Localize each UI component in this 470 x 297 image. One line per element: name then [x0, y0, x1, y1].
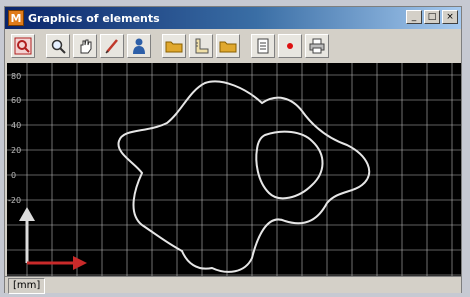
app-icon: M	[8, 10, 24, 26]
y-tick-label: 60	[11, 96, 21, 105]
minimize-button[interactable]: _	[406, 10, 422, 24]
y-tick-label: -20	[8, 196, 21, 205]
magnifier-icon	[51, 39, 66, 54]
folder-icon	[165, 41, 183, 53]
y-tick-label: 20	[11, 146, 21, 155]
user-button[interactable]	[127, 34, 151, 58]
hand-icon	[80, 39, 92, 54]
measure-button[interactable]	[189, 34, 213, 58]
document-icon	[257, 38, 269, 54]
close-button[interactable]: ×	[442, 10, 458, 24]
ruler-icon	[195, 38, 209, 54]
print-button[interactable]	[305, 34, 329, 58]
window-title: Graphics of elements	[28, 11, 160, 25]
point-button[interactable]	[278, 34, 302, 58]
y-tick-label: 40	[11, 121, 21, 130]
zoom-out-button[interactable]	[11, 34, 35, 58]
y-tick-label: 0	[11, 171, 16, 180]
printer-icon	[309, 38, 325, 54]
export-button[interactable]	[251, 34, 275, 58]
person-icon	[133, 38, 145, 54]
units-label: [mm]	[8, 278, 46, 294]
magnifier-red-icon	[14, 37, 32, 55]
red-dot-icon	[287, 43, 293, 49]
draw-button[interactable]	[100, 34, 124, 58]
pencil-icon	[105, 39, 118, 54]
toolbar	[5, 29, 461, 63]
status-bar: [mm]	[5, 276, 461, 294]
pan-button[interactable]	[73, 34, 97, 58]
open-button[interactable]	[162, 34, 186, 58]
title-bar[interactable]: M Graphics of elements _ □ ×	[5, 7, 461, 29]
window-controls: _ □ ×	[406, 10, 458, 24]
y-tick-label: 80	[11, 72, 21, 81]
graphics-canvas[interactable]: 80 60 40 20 0 -20	[7, 63, 461, 276]
zoom-in-button[interactable]	[46, 34, 70, 58]
folder-icon	[219, 41, 237, 53]
maximize-button[interactable]: □	[424, 10, 440, 24]
graphics-window: M Graphics of elements _ □ × 80 60 40 20…	[4, 6, 462, 294]
plot-svg: 80 60 40 20 0 -20	[7, 63, 461, 276]
folder-button[interactable]	[216, 34, 240, 58]
